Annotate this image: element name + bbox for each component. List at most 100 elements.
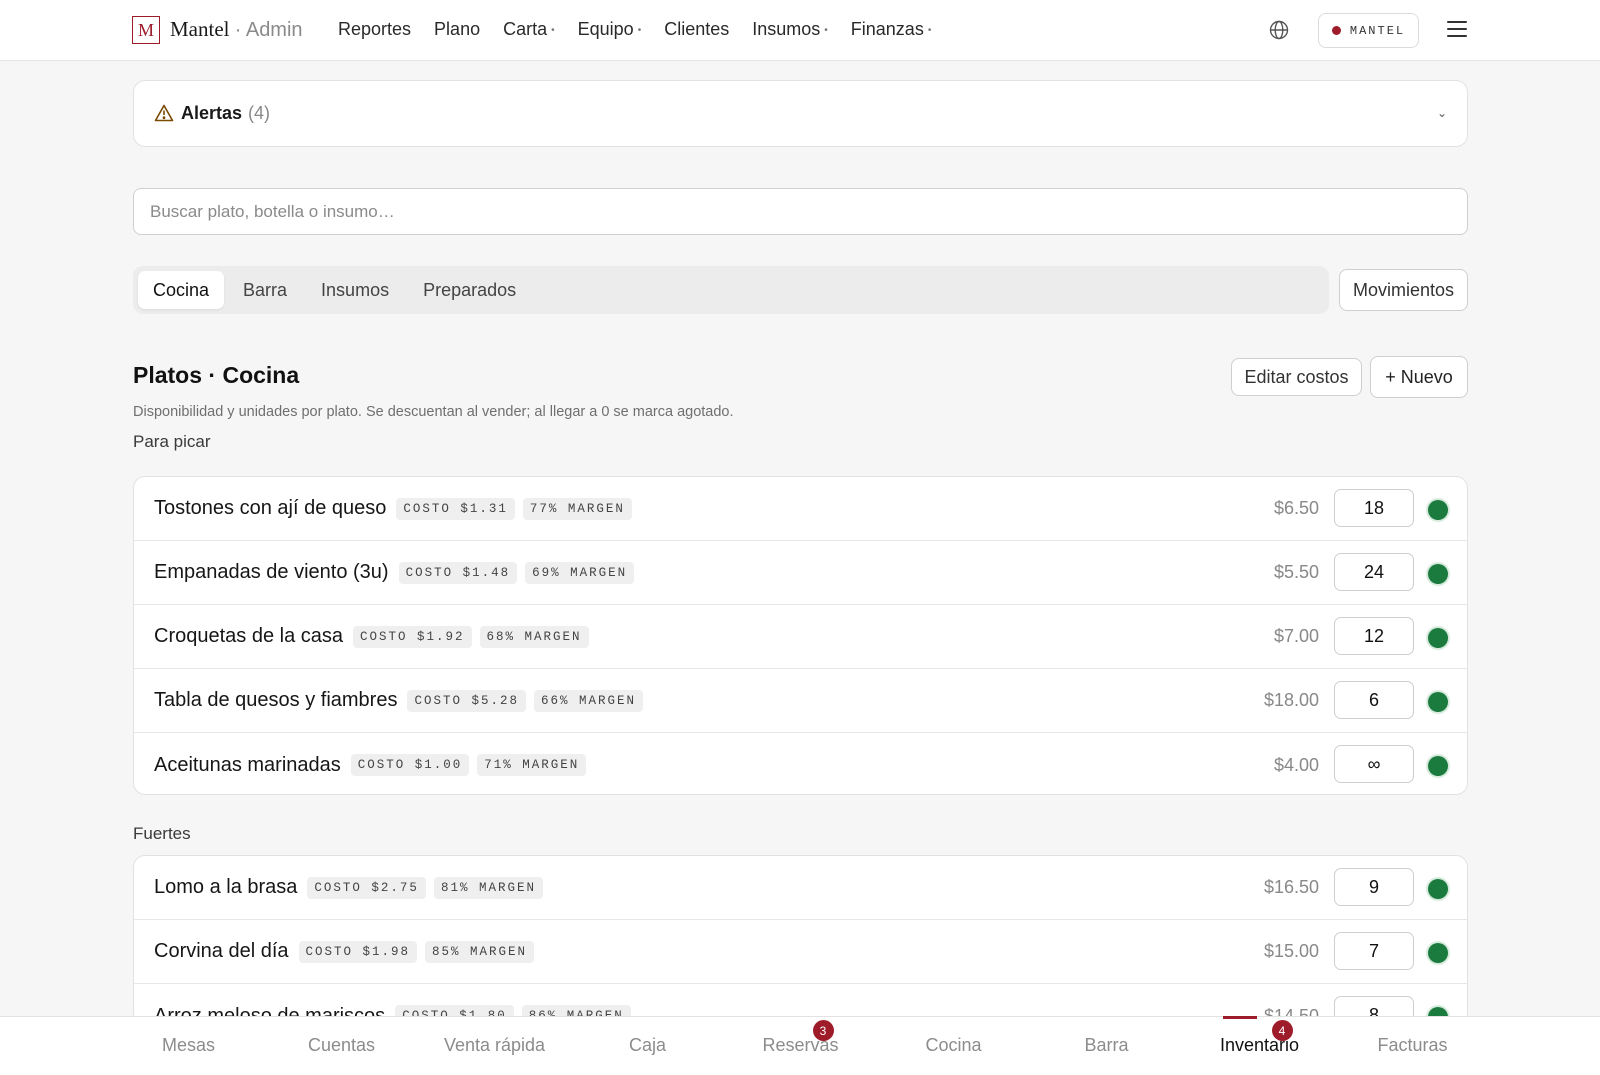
- bottom-nav-label: Caja: [628, 1035, 667, 1055]
- count-badge: 3: [812, 1020, 834, 1041]
- cost-badge: COSTO $2.75: [307, 876, 426, 899]
- availability-status-icon[interactable]: [1428, 756, 1448, 776]
- table-row[interactable]: Lomo a la brasa COSTO $2.75 81% MARGEN $16.…: [134, 856, 1467, 920]
- main-nav: Reportes Plano Carta • Equipo • Clientes Insumo…: [338, 19, 931, 40]
- table-row[interactable]: Tostones con ají de queso COSTO $1.31 77% …: [134, 477, 1467, 541]
- bottom-nav-label: Cuentas: [307, 1035, 376, 1055]
- tab-insumos[interactable]: Insumos: [306, 271, 404, 309]
- nav-item-reportes[interactable]: Reportes: [338, 19, 411, 40]
- dish-list: Lomo a la brasa COSTO $2.75 81% MARGEN $16.…: [133, 855, 1468, 1025]
- status-dot-icon: [1331, 26, 1341, 35]
- table-row[interactable]: Empanadas de viento (3u) COSTO $1.48 69% M…: [134, 541, 1467, 605]
- warning-icon: [154, 104, 174, 122]
- availability-status-icon[interactable]: [1428, 943, 1448, 963]
- quantity-input[interactable]: [1334, 868, 1414, 906]
- availability-status-icon[interactable]: [1428, 628, 1448, 648]
- table-row[interactable]: Tabla de quesos y fiambres COSTO $5.28 66%…: [134, 669, 1467, 733]
- nav-item-carta[interactable]: Carta •: [503, 19, 555, 40]
- bottom-nav-caja[interactable]: Caja: [571, 1017, 724, 1075]
- availability-status-icon[interactable]: [1428, 564, 1448, 584]
- bottom-nav-cocina[interactable]: Cocina: [877, 1017, 1030, 1075]
- alerts-panel[interactable]: Alertas (4) ⌄: [133, 80, 1468, 147]
- quantity-input[interactable]: [1334, 745, 1414, 783]
- edit-costs-button[interactable]: Editar costos: [1231, 358, 1362, 396]
- venue-switch-button[interactable]: MANTEL: [1318, 13, 1419, 48]
- globe-icon[interactable]: [1269, 20, 1289, 40]
- dish-price: $6.50: [1273, 498, 1319, 518]
- margin-badge: 68% MARGEN: [479, 625, 589, 648]
- nav-item-label: Finanzas: [850, 19, 924, 39]
- page-title: Platos · Cocina: [133, 362, 300, 388]
- dish-price: $15.00: [1263, 941, 1319, 961]
- bottom-nav-venta-rápida[interactable]: Venta rápida: [418, 1017, 571, 1075]
- bottom-nav-inventario[interactable]: Inventario 4: [1183, 1016, 1336, 1075]
- logo-icon[interactable]: M: [132, 16, 160, 44]
- brand-suffix: · Admin: [234, 19, 303, 41]
- cost-badge: COSTO $1.92: [353, 625, 472, 648]
- nav-item-label: Plano: [434, 19, 481, 39]
- brand-title[interactable]: Mantel · Admin: [170, 17, 303, 42]
- search-input[interactable]: [133, 188, 1468, 235]
- quantity-input[interactable]: [1334, 553, 1414, 591]
- dish-list: Tostones con ají de queso COSTO $1.31 77% …: [133, 476, 1468, 795]
- tab-preparados[interactable]: Preparados: [408, 271, 531, 309]
- table-row[interactable]: Corvina del día COSTO $1.98 85% MARGEN $15.…: [134, 920, 1467, 984]
- nav-item-clientes[interactable]: Clientes: [664, 19, 729, 40]
- brand-name: Mantel: [170, 17, 230, 41]
- hamburger-menu-icon[interactable]: [1447, 21, 1467, 37]
- dropdown-dot-icon: •: [824, 24, 828, 36]
- bottom-nav-label: Barra: [1084, 1035, 1129, 1055]
- dish-name: Aceitunas marinadas: [154, 753, 341, 776]
- venue-label: MANTEL: [1349, 23, 1406, 38]
- dish-price: $18.00: [1263, 690, 1319, 710]
- bottom-nav-label: Facturas: [1377, 1035, 1448, 1055]
- availability-status-icon[interactable]: [1428, 692, 1448, 712]
- quantity-input[interactable]: [1334, 489, 1414, 527]
- bottom-nav-cuentas[interactable]: Cuentas: [265, 1017, 418, 1075]
- dish-name: Lomo a la brasa: [154, 876, 298, 898]
- nav-item-plano[interactable]: Plano: [434, 19, 480, 40]
- new-dish-button[interactable]: + Nuevo: [1370, 356, 1468, 398]
- dropdown-dot-icon: •: [927, 24, 932, 36]
- dish-price: $7.00: [1273, 626, 1319, 646]
- nav-item-insumos[interactable]: Insumos •: [752, 19, 828, 40]
- table-row[interactable]: Aceitunas marinadas COSTO $1.00 71% MARGEN…: [134, 733, 1467, 794]
- cost-badge: COSTO $5.28: [407, 689, 526, 712]
- count-badge: 4: [1271, 1020, 1293, 1041]
- cost-badge: COSTO $1.31: [396, 497, 515, 520]
- nav-item-label: Insumos: [752, 19, 821, 39]
- alerts-count: (4): [248, 103, 270, 123]
- page-subtitle: Disponibilidad y unidades por plato. Se …: [133, 404, 734, 420]
- top-nav-bar: M Mantel · Admin Reportes Plano Carta • Equi…: [0, 0, 1600, 61]
- chevron-down-icon[interactable]: ⌄: [1437, 106, 1447, 120]
- availability-status-icon[interactable]: [1428, 500, 1448, 520]
- bottom-nav-label: Venta rápida: [443, 1035, 546, 1055]
- dish-price: $4.00: [1273, 754, 1319, 775]
- tab-cocina[interactable]: Cocina: [138, 271, 225, 309]
- nav-item-equipo[interactable]: Equipo •: [578, 19, 642, 40]
- bottom-nav-facturas[interactable]: Facturas: [1336, 1017, 1489, 1075]
- group-label: Fuertes: [133, 824, 191, 843]
- margin-badge: 81% MARGEN: [433, 876, 543, 899]
- quantity-input[interactable]: [1334, 617, 1414, 655]
- quantity-input[interactable]: [1334, 932, 1414, 970]
- alerts-label: Alertas: [181, 103, 243, 123]
- bottom-nav-barra[interactable]: Barra: [1030, 1017, 1183, 1075]
- margin-badge: 77% MARGEN: [522, 497, 632, 520]
- cost-badge: COSTO $1.48: [398, 561, 518, 584]
- table-row[interactable]: Croquetas de la casa COSTO $1.92 68% MARGE…: [134, 605, 1467, 669]
- bottom-nav-reservas[interactable]: Reservas 3: [724, 1017, 877, 1075]
- tab-barra[interactable]: Barra: [228, 271, 302, 309]
- availability-status-icon[interactable]: [1428, 879, 1448, 899]
- bottom-nav-bar: Mesas Cuentas Venta rápida Caja Reservas 3 Coc…: [0, 1016, 1600, 1075]
- dish-name: Croquetas de la casa: [154, 625, 344, 647]
- group-label: Para picar: [133, 432, 211, 451]
- nav-item-finanzas[interactable]: Finanzas •: [851, 19, 932, 40]
- bottom-nav-mesas[interactable]: Mesas: [112, 1017, 265, 1075]
- movements-button[interactable]: Movimientos: [1339, 269, 1468, 311]
- quantity-input[interactable]: [1334, 681, 1414, 719]
- nav-item-label: Carta: [503, 19, 548, 39]
- margin-badge: 71% MARGEN: [477, 754, 587, 776]
- dish-name: Tabla de quesos y fiambres: [154, 689, 398, 711]
- margin-badge: 66% MARGEN: [533, 689, 643, 712]
